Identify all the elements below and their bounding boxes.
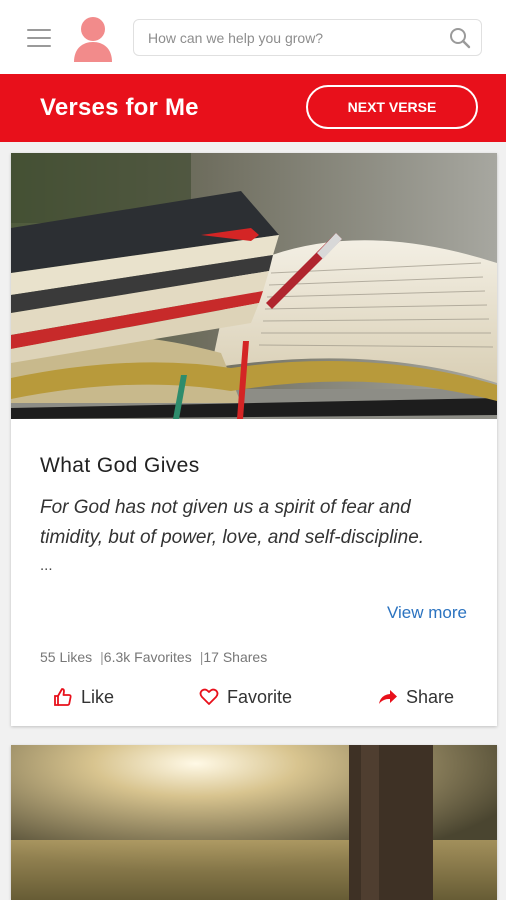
page-title: Verses for Me xyxy=(40,94,199,121)
favorite-label: Favorite xyxy=(227,686,293,707)
verse-card-next xyxy=(11,745,497,900)
user-avatar-icon[interactable] xyxy=(71,15,115,63)
action-bar: Like Favorite Share xyxy=(11,682,497,712)
like-button[interactable]: Like xyxy=(53,682,114,712)
thumbs-up-icon xyxy=(54,688,72,706)
verse-image xyxy=(11,153,497,419)
verse-ellipsis: ... xyxy=(40,557,53,574)
verse-image-next xyxy=(11,745,497,900)
search-box xyxy=(133,19,482,56)
verse-title: What God Gives xyxy=(40,454,200,477)
verse-stats: 55 Likes |6.3k Favorites |17 Shares xyxy=(40,649,267,665)
search-input[interactable] xyxy=(148,28,438,48)
next-verse-button[interactable]: NEXT VERSE xyxy=(306,85,478,129)
page-header: Verses for Me NEXT VERSE xyxy=(0,74,506,142)
share-button[interactable]: Share xyxy=(378,682,454,712)
shares-count: 17 Shares xyxy=(203,649,268,665)
share-arrow-icon xyxy=(379,690,397,704)
verse-text: For God has not given us a spirit of fea… xyxy=(40,497,425,548)
top-bar xyxy=(0,0,506,74)
hamburger-menu-icon[interactable] xyxy=(27,29,51,47)
verse-card: What God Gives For God has not given us … xyxy=(11,153,497,726)
like-label: Like xyxy=(81,686,115,707)
likes-count: 55 Likes xyxy=(40,649,93,665)
heart-icon xyxy=(199,688,219,705)
search-icon[interactable] xyxy=(449,27,471,49)
favorites-count: 6.3k Favorites xyxy=(103,649,192,665)
view-more-link[interactable]: View more xyxy=(387,603,467,623)
share-label: Share xyxy=(406,686,455,707)
favorite-button[interactable]: Favorite xyxy=(199,682,292,712)
